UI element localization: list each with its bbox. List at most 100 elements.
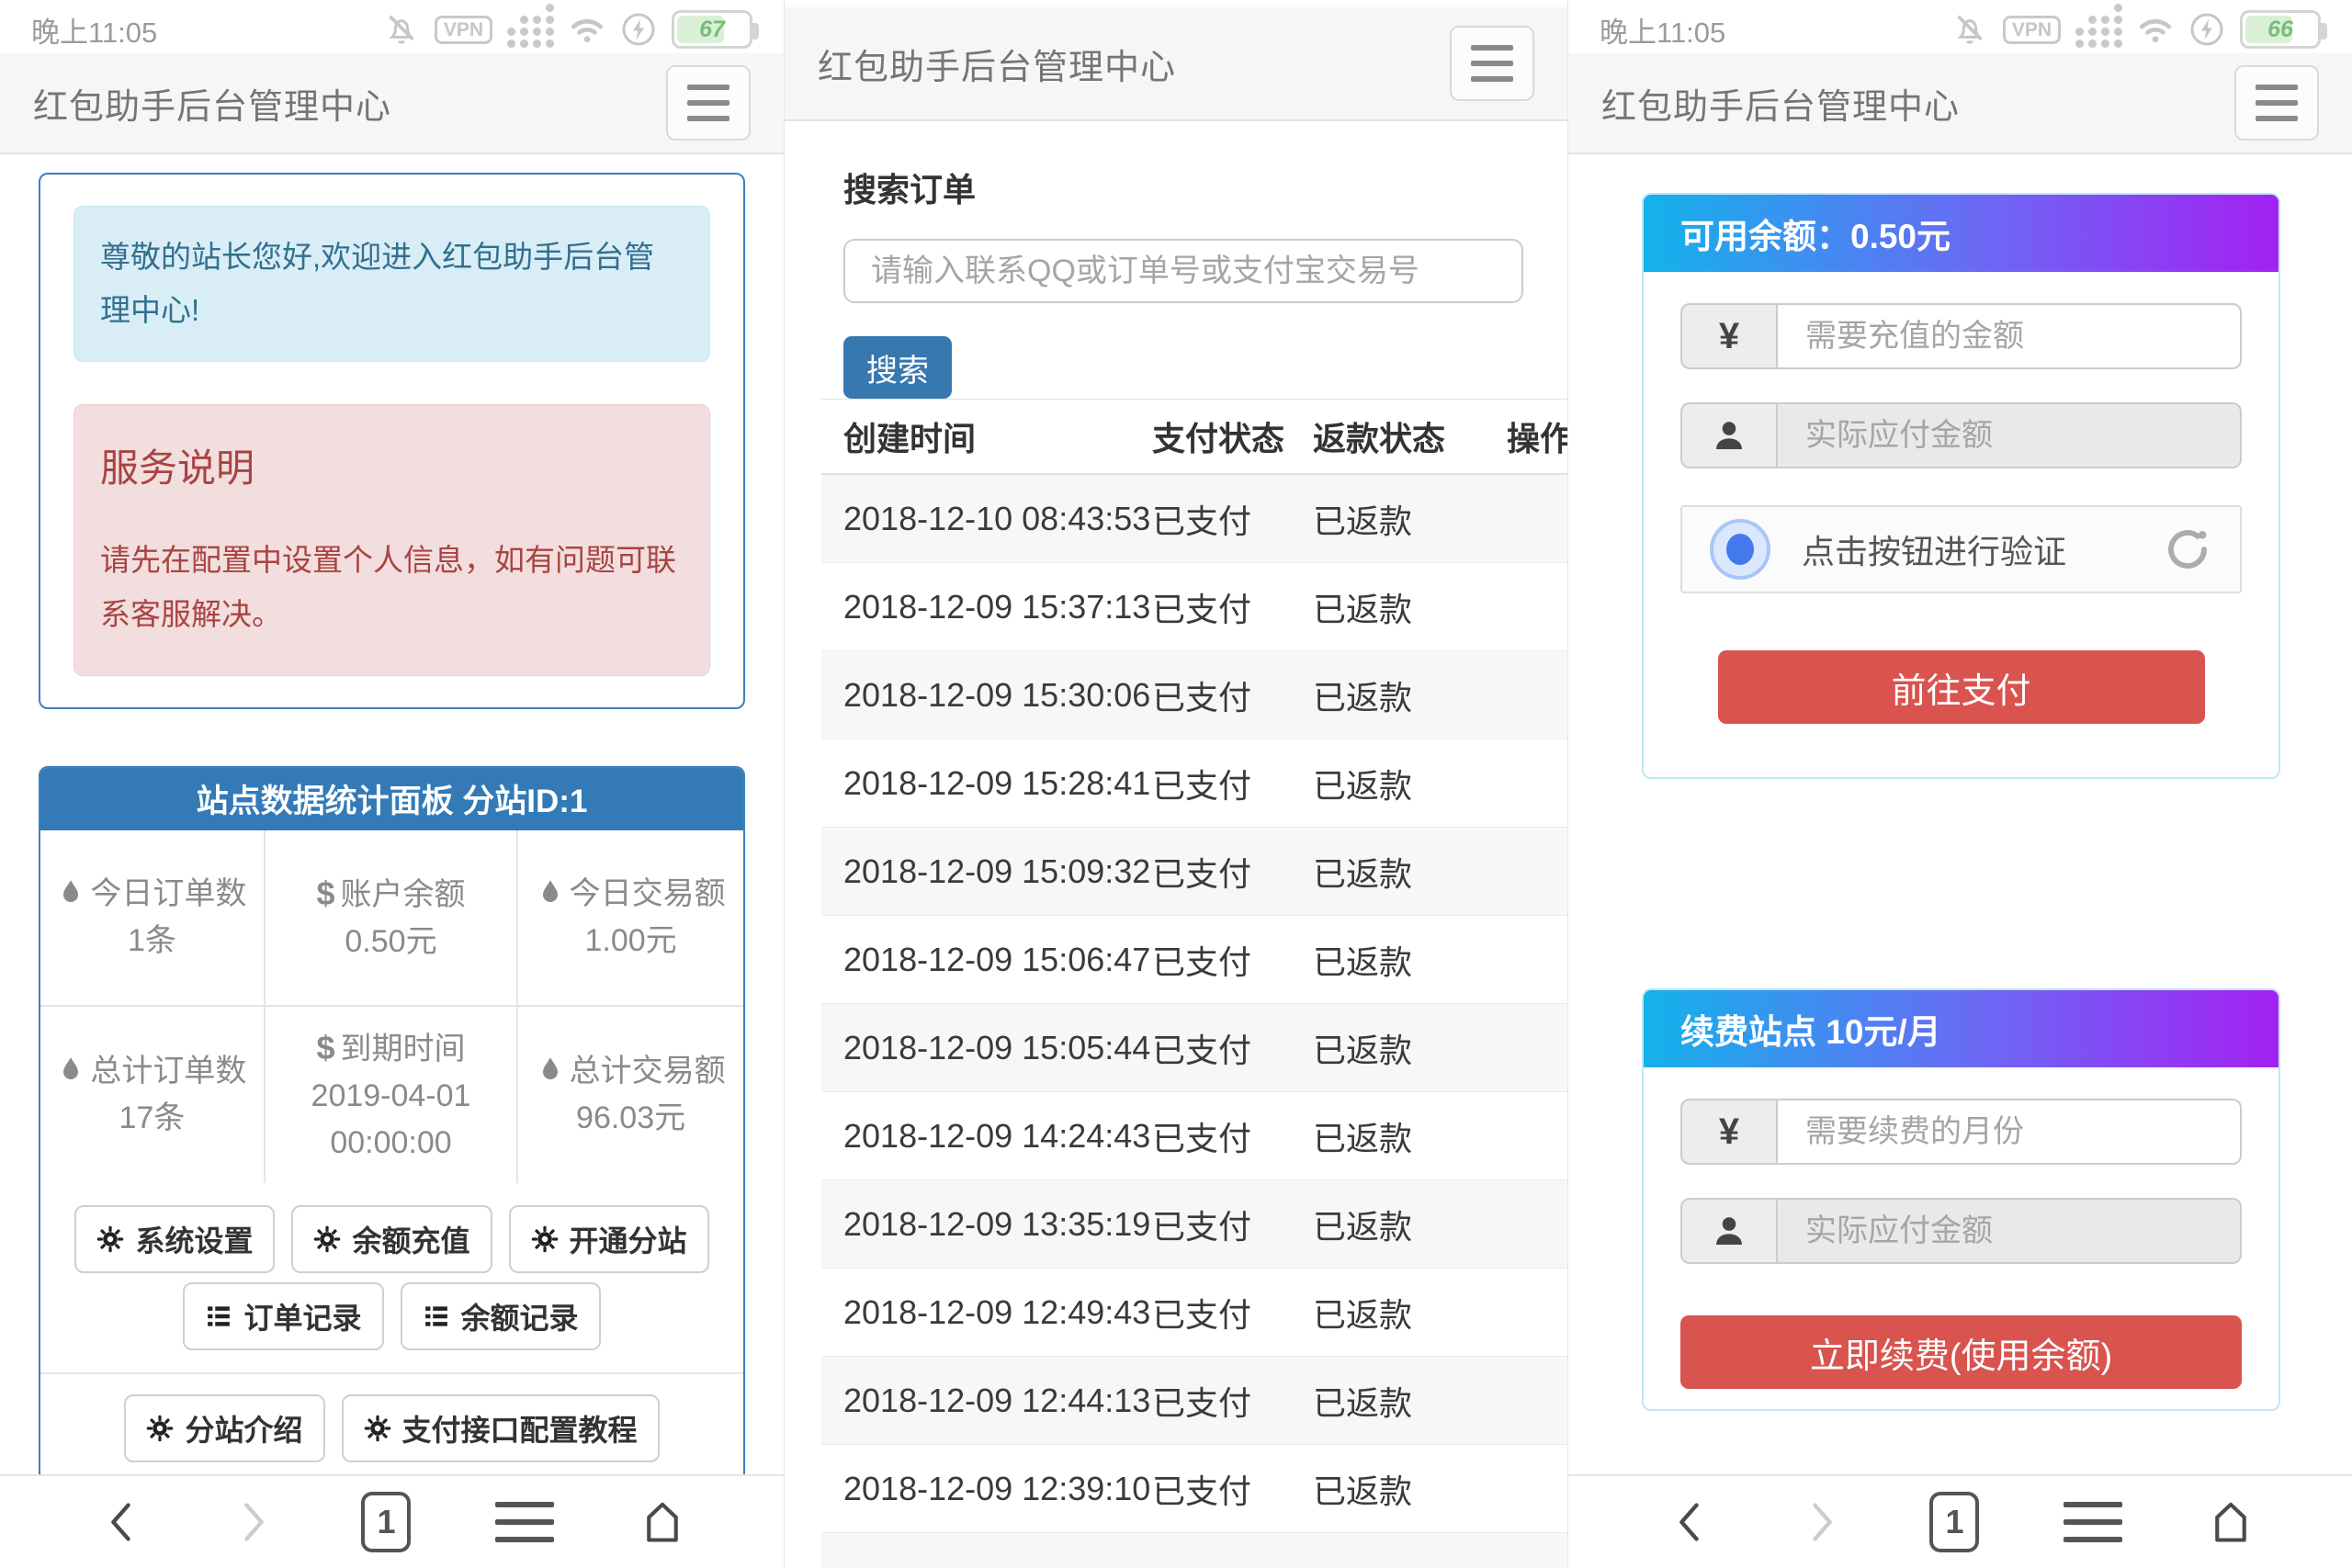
cell-pay-status: 已支付: [1152, 1377, 1313, 1425]
gear-icon: [96, 1225, 124, 1253]
cell-pay-status: 已支付: [1152, 1201, 1313, 1248]
cell-refund-status: 已返款: [1313, 1024, 1492, 1072]
table-row: 2018-12-09 14:24:43已支付已返款: [821, 1092, 1568, 1180]
gear-icon: [531, 1225, 559, 1253]
drop-icon: [537, 1053, 564, 1086]
cell-refund-status: 已返款: [1313, 1112, 1492, 1160]
back-button[interactable]: [97, 1498, 145, 1546]
battery-percent: 66: [2243, 17, 2318, 43]
bell-muted-icon: [383, 11, 420, 48]
bell-muted-icon: [1951, 11, 1988, 48]
search-input[interactable]: [843, 239, 1523, 303]
stat-cell-2: 今日交易额1.00元: [518, 830, 743, 1007]
cell-refund-status: 已返款: [1313, 495, 1492, 543]
stat-value: 0.50元: [345, 919, 436, 965]
action-button[interactable]: 订单记录: [183, 1282, 383, 1350]
tabs-button[interactable]: 1: [1929, 1492, 1979, 1552]
renew-pay-input: [1776, 1198, 2242, 1264]
browser-nav-bar: 1: [0, 1474, 784, 1568]
user-icon: [1680, 1198, 1776, 1264]
stat-label: $到期时间: [316, 1023, 465, 1073]
col-created-time: 创建时间: [821, 412, 1152, 460]
menu-button[interactable]: [1450, 26, 1534, 101]
menu-button[interactable]: [666, 65, 751, 141]
renew-months-input[interactable]: [1776, 1099, 2242, 1165]
table-row: 2018-12-09 12:49:43已支付已返款: [821, 1269, 1568, 1357]
cell-refund-status: 已返款: [1313, 848, 1492, 896]
cell-created-time: 2018-12-09 12:39:10: [821, 1470, 1152, 1508]
yen-icon: ¥: [1680, 1099, 1776, 1165]
divider: [40, 1372, 743, 1374]
stat-label: 总计订单数: [57, 1048, 246, 1095]
cell-pay-status: 已支付: [1152, 1465, 1313, 1513]
cell-created-time: 2018-12-09 15:30:06: [821, 676, 1152, 715]
app-header: 红包助手后台管理中心: [785, 7, 1567, 121]
cell-refund-status: 已返款: [1313, 1289, 1492, 1337]
table-row: 2018-12-09 15:30:06已支付已返款: [821, 651, 1568, 739]
browser-menu-button[interactable]: [495, 1502, 554, 1542]
action-button[interactable]: 系统设置: [74, 1205, 275, 1273]
go-pay-button[interactable]: 前往支付: [1718, 650, 2205, 724]
cell-pay-status: 已支付: [1152, 1112, 1313, 1160]
captcha-label: 点击按钮进行验证: [1802, 525, 2066, 573]
stat-value: 2019-04-01 00:00:00: [282, 1073, 500, 1167]
cell-created-time: 2018-12-09 13:35:19: [821, 1205, 1152, 1244]
cell-created-time: 2018-12-09 14:24:43: [821, 1117, 1152, 1156]
status-bar: 晚上11:05 VPN 66: [1568, 0, 2352, 53]
captcha-widget: 点击按钮进行验证: [1680, 505, 2242, 593]
table-row-partial: [821, 1533, 1568, 1568]
vpn-icon: VPN: [435, 16, 492, 44]
gear-icon: [313, 1225, 341, 1253]
screenshot-recharge: 晚上11:05 VPN 66 红包助手后台管理中心 可用余额：0.50元 ¥: [1568, 0, 2352, 1568]
dollar-icon: $: [316, 874, 334, 912]
service-alert: 服务说明 请先在配置中设置个人信息，如有问题可联系客服解决。: [74, 404, 710, 676]
browser-menu-button[interactable]: [2064, 1502, 2122, 1542]
cell-created-time: 2018-12-09 15:37:13: [821, 588, 1152, 626]
action-button[interactable]: 分站介绍: [124, 1394, 324, 1462]
stat-value: 17条: [119, 1095, 185, 1142]
battery-icon: 66: [2240, 10, 2321, 49]
menu-button[interactable]: [2234, 65, 2319, 141]
action-button[interactable]: 支付接口配置教程: [342, 1394, 660, 1462]
back-button[interactable]: [1666, 1498, 1713, 1546]
forward-button[interactable]: [1798, 1498, 1846, 1546]
stats-panel: 站点数据统计面板 分站ID:1 今日订单数1条$账户余额0.50元今日交易额1.…: [39, 766, 745, 1568]
signal-icon: [2075, 11, 2122, 48]
cell-refund-status: 已返款: [1313, 671, 1492, 719]
welcome-panel: 尊敬的站长您好,欢迎进入红包助手后台管理中心! 服务说明 请先在配置中设置个人信…: [39, 173, 745, 709]
clock: 晚上11:05: [1600, 9, 1725, 51]
stats-grid: 今日订单数1条$账户余额0.50元今日交易额1.00元总计订单数17条$到期时间…: [40, 830, 743, 1183]
list-icon: [205, 1303, 232, 1330]
recharge-amount-input[interactable]: [1776, 303, 2242, 369]
action-button[interactable]: 余额记录: [401, 1282, 601, 1350]
stat-value: 1条: [128, 918, 176, 964]
browser-nav-bar: 1: [1568, 1474, 2352, 1568]
action-button[interactable]: 开通分站: [509, 1205, 709, 1273]
captcha-verify-button[interactable]: [1710, 519, 1770, 580]
stat-label: 今日订单数: [57, 871, 246, 918]
cell-pay-status: 已支付: [1152, 848, 1313, 896]
cell-created-time: 2018-12-09 15:28:41: [821, 764, 1152, 803]
stat-value: 1.00元: [584, 918, 676, 964]
cell-created-time: 2018-12-09 15:06:47: [821, 941, 1152, 979]
col-refund-status: 返款状态: [1313, 412, 1492, 460]
renew-now-button[interactable]: 立即续费(使用余额): [1680, 1315, 2242, 1389]
cell-created-time: 2018-12-09 12:44:13: [821, 1382, 1152, 1420]
app-header: 红包助手后台管理中心: [1568, 53, 2352, 154]
renew-header: 续费站点 10元/月: [1644, 990, 2278, 1067]
battery-saver-icon: [620, 11, 657, 48]
captcha-refresh-icon[interactable]: [2163, 525, 2212, 574]
col-actions: 操作: [1492, 412, 1568, 460]
home-button[interactable]: [2207, 1498, 2255, 1546]
list-icon: [423, 1303, 450, 1330]
drop-icon: [537, 875, 564, 908]
signal-icon: [507, 11, 554, 48]
forward-button[interactable]: [230, 1498, 277, 1546]
action-button[interactable]: 余额充值: [291, 1205, 492, 1273]
tabs-button[interactable]: 1: [361, 1492, 411, 1552]
search-button[interactable]: 搜索: [843, 336, 952, 399]
home-button[interactable]: [639, 1498, 686, 1546]
table-row: 2018-12-09 15:05:44已支付已返款: [821, 1004, 1568, 1092]
table-row: 2018-12-09 12:44:13已支付已返款: [821, 1357, 1568, 1445]
vpn-icon: VPN: [2003, 16, 2061, 44]
